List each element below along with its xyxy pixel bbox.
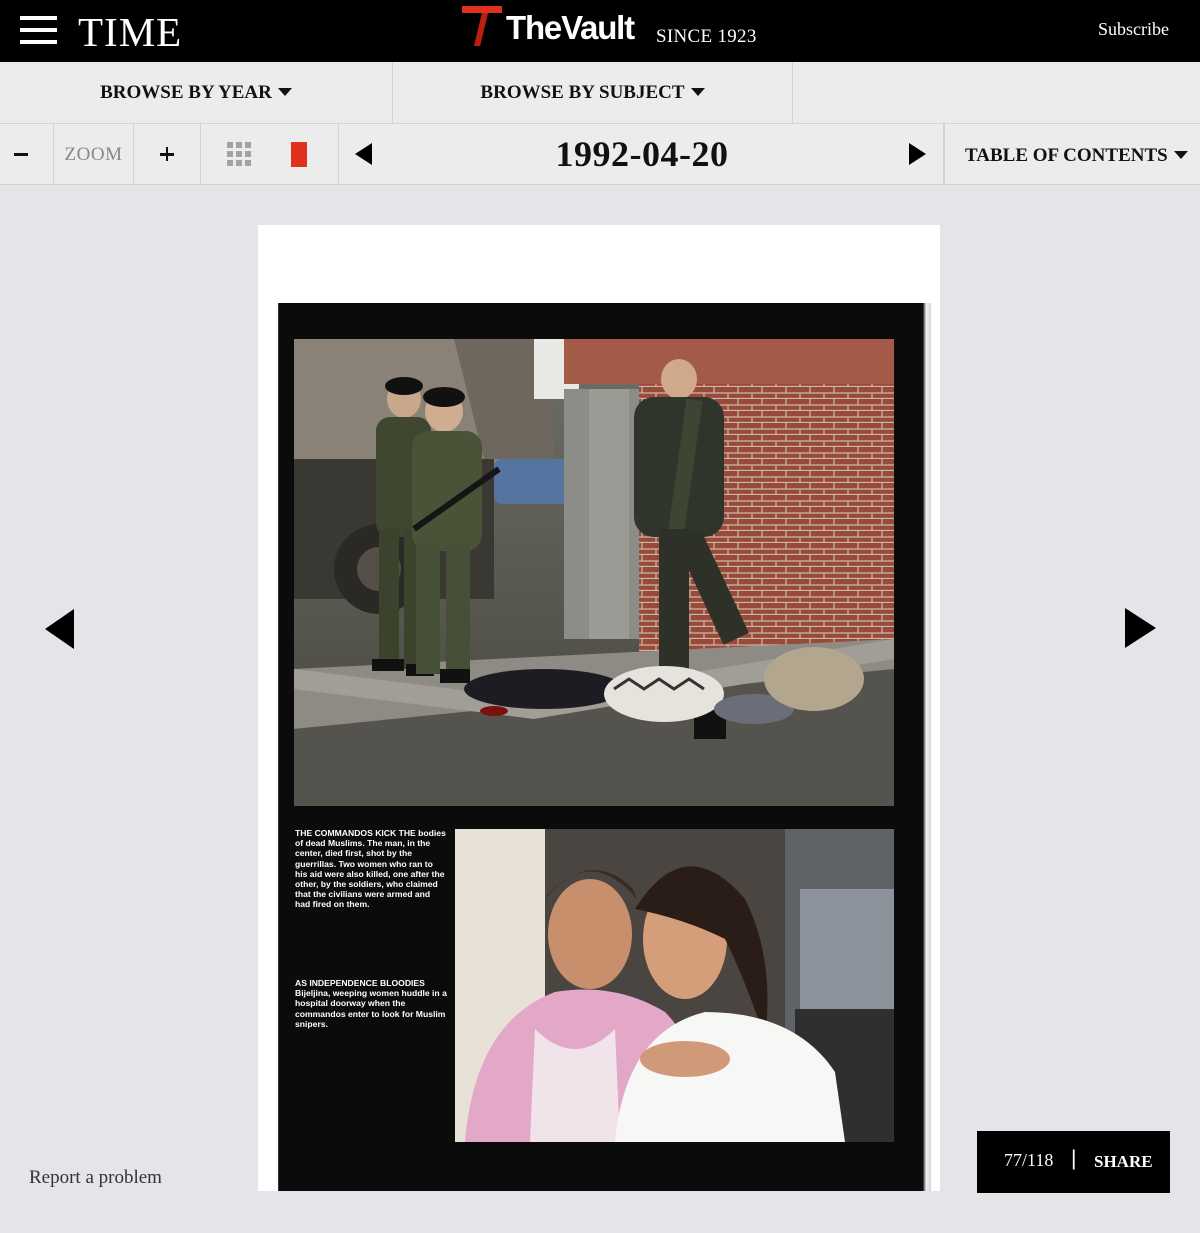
menu-icon[interactable] xyxy=(20,15,58,45)
triangle-right-icon xyxy=(909,143,926,165)
grid-icon xyxy=(227,142,251,166)
triangle-left-icon xyxy=(355,143,372,165)
browse-bar: BROWSE BY YEAR BROWSE BY SUBJECT xyxy=(0,62,1200,124)
zoom-in-button[interactable] xyxy=(134,124,201,185)
subscribe-link[interactable]: Subscribe xyxy=(1098,19,1169,40)
chevron-down-icon xyxy=(277,88,292,96)
zoom-label: ZOOM xyxy=(54,124,134,185)
next-issue-button[interactable] xyxy=(893,124,944,185)
minus-icon xyxy=(14,153,28,156)
page-scan: THE COMMANDOS KICK THE bodies of dead Mu… xyxy=(278,303,931,1191)
vault-logo[interactable]: TheVault SINCE 1923 xyxy=(460,4,760,54)
previous-issue-button[interactable] xyxy=(339,124,389,185)
page-share-box: 77/118 | SHARE xyxy=(977,1131,1170,1193)
share-separator: | xyxy=(1071,1147,1077,1170)
previous-page-arrow-icon[interactable] xyxy=(45,609,74,649)
time-logo[interactable]: TIME xyxy=(78,8,182,56)
browse-by-year-dropdown[interactable]: BROWSE BY YEAR xyxy=(0,62,393,124)
table-of-contents-dropdown[interactable]: TABLE OF CONTENTS xyxy=(944,124,1200,185)
browse-by-subject-dropdown[interactable]: BROWSE BY SUBJECT xyxy=(393,62,793,124)
single-page-icon xyxy=(291,142,307,167)
photo-women-image xyxy=(455,829,894,1142)
chevron-down-icon xyxy=(1173,151,1188,159)
top-header: TIME TheVault SINCE 1923 Subscribe xyxy=(0,0,1200,62)
next-page-arrow-icon[interactable] xyxy=(1125,608,1156,648)
vault-t-icon xyxy=(462,6,502,46)
photo-soldiers-street xyxy=(294,339,894,806)
viewer-toolbar: ZOOM 1992-04-20 TABLE OF CONTENTS xyxy=(0,124,1200,185)
page-viewer: THE COMMANDOS KICK THE bodies of dead Mu… xyxy=(0,185,1200,1233)
grid-view-button[interactable] xyxy=(201,124,271,185)
photo-caption-1: THE COMMANDOS KICK THE bodies of dead Mu… xyxy=(295,828,446,910)
photo-soldiers-image xyxy=(294,339,894,806)
zoom-out-button[interactable] xyxy=(0,124,54,185)
page-counter: 77/118 xyxy=(1004,1150,1054,1170)
browse-by-year-label: BROWSE BY YEAR xyxy=(100,82,272,103)
vault-name: TheVault xyxy=(506,9,635,46)
toc-label: TABLE OF CONTENTS xyxy=(965,145,1168,166)
page-edge xyxy=(923,303,931,1191)
vault-since: SINCE 1923 xyxy=(656,26,757,47)
single-page-view-button[interactable] xyxy=(271,124,339,185)
issue-date: 1992-04-20 xyxy=(555,134,729,174)
photo-women-doorway xyxy=(455,829,894,1142)
browse-by-subject-label: BROWSE BY SUBJECT xyxy=(480,82,685,103)
chevron-down-icon xyxy=(690,88,705,96)
photo-caption-2: AS INDEPENDENCE BLOODIES Bijeljina, weep… xyxy=(295,978,447,1029)
report-problem-link[interactable]: Report a problem xyxy=(29,1167,162,1189)
magazine-page: THE COMMANDOS KICK THE bodies of dead Mu… xyxy=(258,225,940,1191)
share-button[interactable]: SHARE xyxy=(1094,1152,1153,1172)
